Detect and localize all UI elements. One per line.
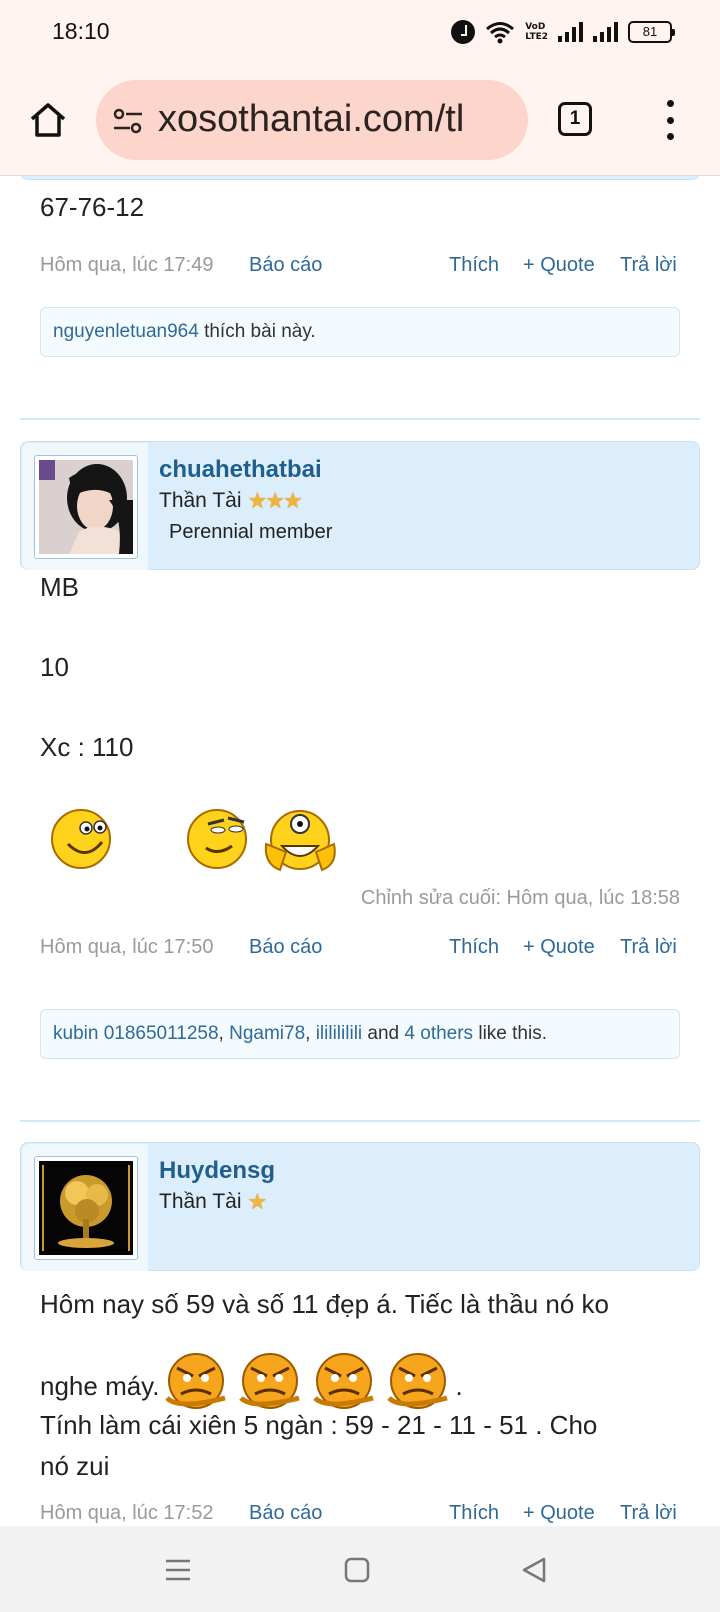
like-link[interactable]: Thích — [449, 1502, 499, 1525]
avatar[interactable] — [34, 1156, 138, 1260]
thread-content: 67-76-12 Hôm qua, lúc 17:49 Báo cáo Thíc… — [0, 176, 720, 1526]
post-body-line: Hôm nay số 59 và số 11 đẹp á. Tiếc là th… — [40, 1289, 609, 1319]
signal-icon — [593, 22, 618, 42]
volte-line1: VoD — [525, 22, 546, 32]
reply-link[interactable]: Trả lời — [620, 254, 677, 277]
angry-smiley-icon — [313, 1353, 375, 1409]
status-time: 18:10 — [52, 18, 110, 44]
url-bar[interactable]: xosothantai.com/tl — [96, 80, 528, 160]
likes-others-link[interactable]: 4 others — [404, 1023, 473, 1045]
member-note: Perennial member — [169, 521, 333, 543]
rank-stars-icon: ★★★ — [247, 488, 303, 513]
home-nav-icon[interactable] — [343, 1556, 371, 1584]
likes-summary: kubin 01865011258, Ngami78, ililililili … — [40, 1009, 680, 1059]
url-text[interactable]: xosothantai.com/tl — [158, 98, 464, 141]
alarm-icon — [451, 20, 476, 44]
avatar-column — [22, 1144, 148, 1271]
likes-summary: nguyenletuan964 thích bài này. — [40, 307, 680, 357]
post-body-line: Tính làm cái xiên 5 ngàn : 59 - 21 - 11 … — [40, 1410, 598, 1440]
status-bar: 18:10 VoD LTE2 81 — [0, 0, 720, 64]
user-card: chuahethatbai Thần Tài ★★★ Perennial mem… — [20, 441, 700, 570]
user-card: Huydensg Thần Tài ★ — [20, 1142, 700, 1271]
post-time[interactable]: Hôm qua, lúc 17:52 — [40, 1502, 213, 1525]
likes-and: and — [362, 1023, 405, 1044]
post-body-line: Xc : 110 — [40, 732, 134, 762]
username-link[interactable]: Huydensg — [159, 1157, 275, 1185]
report-link[interactable]: Báo cáo — [249, 936, 322, 959]
user-title: Thần Tài ★ — [159, 1189, 268, 1215]
user-title-text: Thần Tài — [159, 489, 242, 512]
liker-link[interactable]: nguyenletuan964 — [53, 321, 199, 343]
report-link[interactable]: Báo cáo — [249, 1502, 322, 1525]
previous-user-card-edge — [20, 176, 700, 180]
user-title: Thần Tài ★★★ — [159, 488, 303, 514]
post-divider — [20, 418, 700, 420]
system-nav-bar — [0, 1526, 720, 1612]
username-link[interactable]: chuahethatbai — [159, 456, 322, 484]
angry-smiley-icon — [239, 1353, 301, 1409]
battery-icon: 81 — [628, 21, 675, 43]
home-icon[interactable] — [28, 100, 68, 140]
smiley-smug-icon — [187, 809, 247, 869]
angry-smiley-icon — [387, 1353, 449, 1409]
tab-switcher-icon[interactable]: 1 — [558, 102, 592, 136]
volte-line2: LTE2 — [525, 32, 548, 42]
post-divider — [20, 1120, 700, 1122]
post-body-text: nghe máy. — [40, 1371, 160, 1401]
avatar-column — [22, 443, 148, 570]
status-icons: VoD LTE2 81 — [451, 18, 675, 46]
liker-link[interactable]: Ngami78 — [229, 1023, 305, 1045]
site-settings-icon[interactable] — [112, 106, 144, 136]
user-title-text: Thần Tài — [159, 1190, 242, 1213]
likes-suffix: like this. — [473, 1023, 547, 1044]
more-menu-icon[interactable] — [664, 100, 676, 140]
recents-icon[interactable] — [164, 1556, 192, 1584]
liker-link[interactable]: kubin 01865011258 — [53, 1023, 219, 1045]
quote-link[interactable]: + Quote — [523, 936, 595, 959]
post-body-line: 10 — [40, 652, 69, 682]
wifi-icon — [486, 22, 515, 44]
smiley-laugh-icon — [51, 809, 111, 869]
quote-link[interactable]: + Quote — [523, 254, 595, 277]
avatar-image — [39, 1161, 133, 1255]
post-body-line: nó zui — [40, 1451, 110, 1481]
likes-separator: , — [218, 1023, 230, 1044]
back-icon[interactable] — [520, 1556, 548, 1584]
edited-note: Chỉnh sửa cuối: Hôm qua, lúc 18:58 — [360, 887, 680, 909]
likes-suffix: thích bài này. — [198, 321, 316, 342]
post-body: 67-76-12 — [40, 192, 145, 222]
rank-stars-icon: ★ — [247, 1189, 268, 1214]
post-time[interactable]: Hôm qua, lúc 17:50 — [40, 936, 213, 959]
post-body-line: nghe máy. . — [40, 1338, 463, 1410]
post-body-line: MB — [40, 572, 79, 602]
report-link[interactable]: Báo cáo — [249, 254, 322, 277]
post-time[interactable]: Hôm qua, lúc 17:49 — [40, 254, 213, 277]
smiley-peek-icon — [264, 810, 336, 872]
like-link[interactable]: Thích — [449, 254, 499, 277]
like-link[interactable]: Thích — [449, 936, 499, 959]
post-body-text: . — [455, 1371, 463, 1401]
avatar-image — [39, 460, 133, 554]
likes-separator: , — [305, 1023, 316, 1044]
quote-link[interactable]: + Quote — [523, 1502, 595, 1525]
angry-smiley-icon — [165, 1353, 227, 1409]
liker-link[interactable]: ililililili — [316, 1023, 362, 1045]
browser-toolbar: xosothantai.com/tl 1 — [0, 64, 720, 176]
avatar[interactable] — [34, 455, 138, 559]
signal-icon — [558, 22, 583, 42]
reply-link[interactable]: Trả lời — [620, 1502, 677, 1525]
reply-link[interactable]: Trả lời — [620, 936, 677, 959]
volte-icon: VoD LTE2 — [525, 22, 548, 42]
